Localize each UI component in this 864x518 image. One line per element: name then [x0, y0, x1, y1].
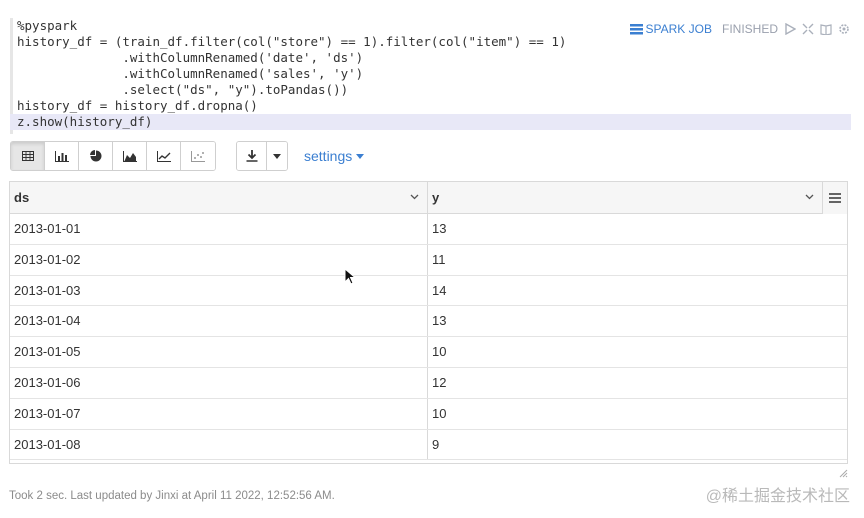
code-line-4: .withColumnRenamed('sales', 'y')	[17, 66, 364, 81]
table-row: 2013-01-06 12	[10, 367, 847, 399]
table-row: 2013-01-03 14	[10, 275, 847, 307]
spark-job-link[interactable]: SPARK JOB	[629, 22, 712, 36]
chevron-down-icon[interactable]	[805, 182, 814, 214]
pie-chart-icon	[89, 150, 101, 162]
bar-chart-icon	[54, 150, 69, 162]
scatter-chart-icon	[191, 150, 205, 162]
watermark: @稀土掘金技术社区	[705, 488, 850, 505]
area-chart-icon	[122, 150, 137, 162]
cell-ds[interactable]: 2013-01-07	[10, 398, 428, 429]
cell-ds[interactable]: 2013-01-06	[10, 367, 428, 398]
result-table: ds y 2013-01-01 13 2013-01-02 11 2013-01…	[9, 181, 848, 464]
cell-y[interactable]: 10	[428, 337, 847, 367]
status-finished: FINISHED	[721, 22, 778, 36]
code-line-7: z.show(history_df)	[10, 114, 851, 130]
paragraph-status-bar: SPARK JOB FINISHED	[629, 20, 850, 38]
cell-y[interactable]: 9	[428, 430, 847, 460]
column-header-label: y	[432, 190, 440, 205]
execution-info: Took 2 sec. Last updated by Jinxi at Apr…	[9, 490, 335, 502]
line-chart-icon	[156, 150, 171, 162]
spark-job-icon	[629, 23, 643, 34]
download-icon	[246, 150, 257, 162]
view-button-group	[10, 141, 216, 171]
code-line-5: .select("ds", "y").toPandas())	[17, 82, 349, 97]
cell-ds[interactable]: 2013-01-02	[10, 244, 428, 275]
table-header: ds y	[10, 182, 847, 214]
scatter-chart-view-button[interactable]	[181, 142, 215, 170]
table-row: 2013-01-02 11	[10, 244, 847, 276]
column-header-y[interactable]: y	[428, 182, 822, 214]
cell-y[interactable]: 10	[428, 399, 847, 429]
area-chart-view-button[interactable]	[113, 142, 147, 170]
visualization-toolbar: settings	[10, 141, 365, 171]
download-button[interactable]	[237, 142, 267, 170]
cell-y[interactable]: 13	[428, 306, 847, 336]
bar-chart-view-button[interactable]	[45, 142, 79, 170]
chevron-down-icon[interactable]	[410, 182, 419, 214]
code-line-6: history_df = history_df.dropna()	[17, 98, 258, 113]
table-row: 2013-01-07 10	[10, 398, 847, 430]
code-line-1: %pyspark	[17, 18, 78, 33]
resize-handle[interactable]	[838, 468, 848, 478]
gear-icon[interactable]	[838, 23, 850, 35]
cell-y[interactable]: 12	[428, 368, 847, 398]
table-view-button[interactable]	[11, 142, 45, 170]
settings-label: settings	[304, 148, 353, 164]
cell-y[interactable]: 14	[428, 276, 847, 306]
settings-link[interactable]: settings	[304, 148, 365, 164]
code-line-3: .withColumnRenamed('date', 'ds')	[17, 50, 364, 65]
table-icon	[21, 151, 34, 161]
column-header-ds[interactable]: ds	[10, 182, 428, 214]
table-row: 2013-01-04 13	[10, 306, 847, 338]
cell-y[interactable]: 11	[428, 245, 847, 275]
download-button-group	[236, 141, 288, 171]
cell-ds[interactable]: 2013-01-04	[10, 306, 428, 337]
cell-y[interactable]: 13	[428, 214, 847, 244]
code-line-2: history_df = (train_df.filter(col("store…	[17, 34, 567, 49]
column-header-label: ds	[14, 190, 30, 205]
table-row: 2013-01-01 13	[10, 214, 847, 245]
caret-down-icon	[273, 153, 281, 159]
book-icon[interactable]	[820, 23, 832, 35]
cell-ds[interactable]: 2013-01-05	[10, 337, 428, 367]
line-chart-view-button[interactable]	[147, 142, 181, 170]
play-icon[interactable]	[784, 23, 796, 35]
column-menu-button[interactable]	[822, 182, 847, 214]
table-row: 2013-01-05 10	[10, 337, 847, 368]
caret-down-icon	[356, 153, 365, 159]
cell-ds[interactable]: 2013-01-01	[10, 214, 428, 244]
menu-icon	[829, 193, 841, 203]
table-row: 2013-01-08 9	[10, 429, 847, 461]
mouse-cursor-icon	[344, 268, 356, 285]
cell-ds[interactable]: 2013-01-08	[10, 429, 428, 460]
spark-job-label: SPARK JOB	[645, 22, 712, 36]
expand-icon[interactable]	[802, 23, 814, 35]
download-dropdown-button[interactable]	[267, 142, 287, 170]
cell-ds[interactable]: 2013-01-03	[10, 275, 428, 306]
pie-chart-view-button[interactable]	[79, 142, 113, 170]
